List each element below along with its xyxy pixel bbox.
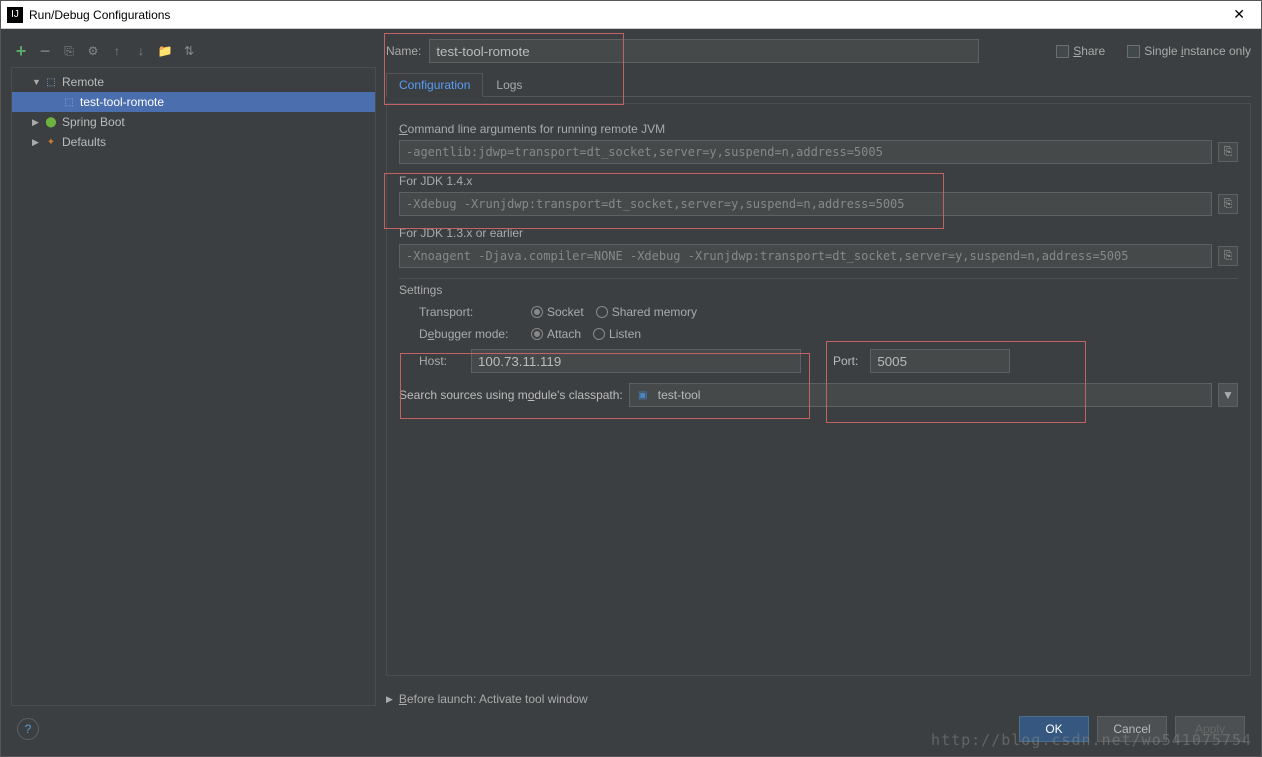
remote-icon: ⬚ (44, 75, 58, 89)
dropdown-icon[interactable]: ▼ (1218, 383, 1238, 407)
sidebar-toolbar: + − ⎘ ⚙ ↑ ↓ 📁 ⇅ (11, 39, 376, 67)
module-icon: ▣ (636, 388, 650, 402)
settings-group: Settings Transport: Socket Shared memory (399, 278, 1238, 373)
move-down-icon[interactable]: ↓ (133, 43, 149, 59)
body-area: + − ⎘ ⚙ ↑ ↓ 📁 ⇅ ▼ ⬚ Remote ⬚ (11, 39, 1251, 706)
checkbox-icon (1056, 45, 1069, 58)
copy-button[interactable]: ⎘ (1218, 246, 1238, 266)
main: + − ⎘ ⚙ ↑ ↓ 📁 ⇅ ▼ ⬚ Remote ⬚ (1, 29, 1261, 756)
transport-row: Transport: Socket Shared memory (419, 305, 1238, 319)
jdk14-label: For JDK 1.4.x (399, 174, 1238, 188)
move-up-icon[interactable]: ↑ (109, 43, 125, 59)
debugger-mode-label: Debugger mode: (419, 327, 519, 341)
debugger-listen-radio[interactable]: Listen (593, 327, 641, 341)
add-icon[interactable]: + (13, 43, 29, 59)
watermark: http://blog.csdn.net/wo541075754 (931, 731, 1252, 749)
host-input[interactable] (471, 349, 801, 373)
checkbox-icon (1127, 45, 1140, 58)
tree-item-spring-boot[interactable]: ▶ ⬤ Spring Boot (12, 112, 375, 132)
tree-label: Defaults (62, 135, 106, 149)
module-select[interactable]: ▣ test-tool (629, 383, 1212, 407)
debugger-attach-radio[interactable]: Attach (531, 327, 581, 341)
radio-icon (596, 306, 608, 318)
remove-icon[interactable]: − (37, 43, 53, 59)
expand-icon[interactable]: ▶ (32, 117, 42, 128)
jdk13-label: For JDK 1.3.x or earlier (399, 226, 1238, 240)
spring-icon: ⬤ (44, 115, 58, 129)
host-label: Host: (419, 354, 459, 368)
tree-label: Spring Boot (62, 115, 125, 129)
host-port-row: Host: Port: (419, 349, 1238, 373)
settings-icon[interactable]: ⚙ (85, 43, 101, 59)
tab-configuration[interactable]: Configuration (386, 73, 483, 97)
tree-label: Remote (62, 75, 104, 89)
cmd-field[interactable]: -agentlib:jdwp=transport=dt_socket,serve… (399, 140, 1212, 164)
tabs: Configuration Logs (386, 73, 1251, 97)
before-launch-label: Before launch: Activate tool window (399, 692, 588, 706)
expand-icon[interactable]: ▼ (32, 77, 42, 87)
jdk13-field[interactable]: -Xnoagent -Djava.compiler=NONE -Xdebug -… (399, 244, 1212, 268)
tree-label: test-tool-romote (80, 95, 164, 109)
module-label: Search sources using module's classpath: (399, 388, 623, 402)
sort-icon[interactable]: ⇅ (181, 43, 197, 59)
defaults-icon: ✦ (44, 135, 58, 149)
app-icon: IJ (7, 7, 23, 23)
content: Name: Share Single instance only Configu… (386, 39, 1251, 706)
port-input[interactable] (870, 349, 1010, 373)
debugger-mode-row: Debugger mode: Attach Listen (419, 327, 1238, 341)
radio-icon (531, 328, 543, 340)
window: IJ Run/Debug Configurations ✕ + − ⎘ ⚙ ↑ … (0, 0, 1262, 757)
single-instance-label: Single instance only (1144, 44, 1251, 58)
folder-icon[interactable]: 📁 (157, 43, 173, 59)
radio-icon (531, 306, 543, 318)
share-checkbox[interactable]: Share (1056, 44, 1105, 58)
radio-label: Attach (547, 327, 581, 341)
tree-item-remote[interactable]: ▼ ⬚ Remote (12, 72, 375, 92)
single-instance-checkbox[interactable]: Single instance only (1127, 44, 1251, 58)
before-launch[interactable]: ▶ Before launch: Activate tool window (386, 692, 1251, 706)
copy-button[interactable]: ⎘ (1218, 194, 1238, 214)
titlebar: IJ Run/Debug Configurations ✕ (1, 1, 1261, 29)
name-row: Name: Share Single instance only (386, 39, 1251, 63)
tree-item-test-tool-romote[interactable]: ⬚ test-tool-romote (12, 92, 375, 112)
radio-label: Listen (609, 327, 641, 341)
transport-label: Transport: (419, 305, 519, 319)
tab-logs[interactable]: Logs (483, 73, 535, 96)
name-label: Name: (386, 44, 421, 58)
config-panel: Command line arguments for running remot… (386, 103, 1251, 676)
port-label: Port: (833, 354, 858, 368)
tree-item-defaults[interactable]: ▶ ✦ Defaults (12, 132, 375, 152)
settings-label: Settings (399, 283, 1238, 297)
jdk14-field[interactable]: -Xdebug -Xrunjdwp:transport=dt_socket,se… (399, 192, 1212, 216)
module-value: test-tool (658, 388, 701, 402)
radio-icon (593, 328, 605, 340)
expand-icon: ▶ (386, 694, 393, 705)
config-tree: ▼ ⬚ Remote ⬚ test-tool-romote ▶ ⬤ Spring… (11, 67, 376, 706)
module-row: Search sources using module's classpath:… (399, 383, 1238, 407)
name-input[interactable] (429, 39, 979, 63)
cmd-label: Command line arguments for running remot… (399, 122, 1238, 136)
remote-icon: ⬚ (62, 95, 76, 109)
share-label: Share (1073, 44, 1105, 58)
radio-label: Shared memory (612, 305, 697, 319)
sidebar: + − ⎘ ⚙ ↑ ↓ 📁 ⇅ ▼ ⬚ Remote ⬚ (11, 39, 376, 706)
copy-button[interactable]: ⎘ (1218, 142, 1238, 162)
help-button[interactable]: ? (17, 718, 39, 740)
transport-shared-radio[interactable]: Shared memory (596, 305, 697, 319)
transport-socket-radio[interactable]: Socket (531, 305, 584, 319)
window-title: Run/Debug Configurations (29, 8, 1223, 22)
close-icon[interactable]: ✕ (1223, 6, 1255, 23)
radio-label: Socket (547, 305, 584, 319)
expand-icon[interactable]: ▶ (32, 137, 42, 148)
copy-config-icon[interactable]: ⎘ (61, 43, 77, 59)
